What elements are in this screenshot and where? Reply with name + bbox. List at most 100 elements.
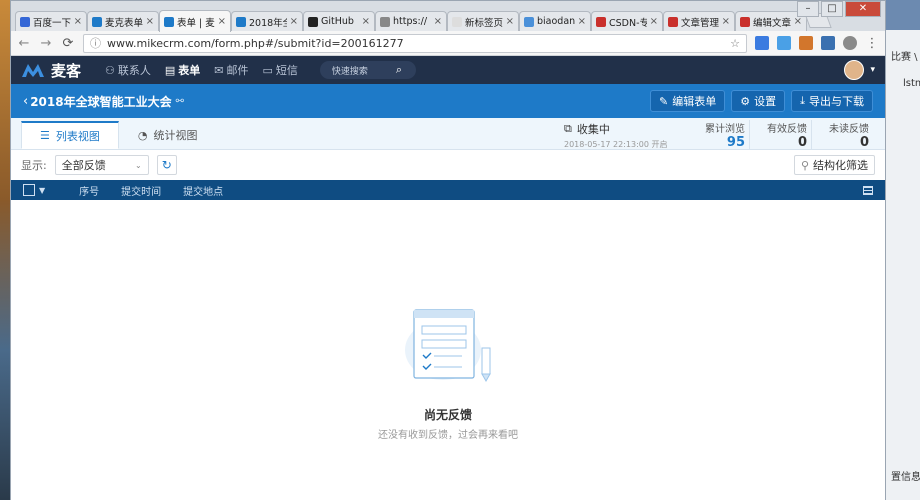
stats-panel: 累计浏览 95 有效反馈 0 未读反馈 0 [687,120,873,150]
page-info-icon[interactable]: ⓘ [90,35,101,51]
browser-tab[interactable]: 文章管理 × [663,11,735,31]
form-title-bar: ‹ 2018年全球智能工业大会 ⚯ ✎ 编辑表单 ⚙ 设置 ⤓ 导出与下载 [11,84,885,118]
nav-item[interactable]: ⚇ 联系人 [105,62,151,78]
column-header[interactable]: 提交时间 [121,183,161,198]
chevron-down-icon[interactable]: ▾ [870,65,875,75]
forward-icon[interactable]: → [39,36,53,51]
close-window-button[interactable]: ✕ [845,1,881,17]
close-tab-icon[interactable]: × [434,16,442,27]
extension-icon[interactable] [799,36,813,50]
extension-icon[interactable] [777,36,791,50]
nav-item[interactable]: ▭ 短信 [263,62,298,78]
edit-form-label: 编辑表单 [672,95,717,108]
translate-extension-icon[interactable] [755,36,769,50]
stat-item: 累计浏览 95 [687,120,749,150]
browser-tab[interactable]: https:// × [375,11,447,31]
favicon-icon [452,16,462,27]
view-tabs-row: ☰ 列表视图 ◔ 统计视图 ⧉ 收集中 2018-05-17 22:13:00 … [11,118,885,150]
close-tab-icon[interactable]: × [362,16,370,27]
close-tab-icon[interactable]: × [794,16,802,27]
collection-status: ⧉ 收集中 2018-05-17 22:13:00 开启 [564,121,668,150]
column-config-icon[interactable] [863,185,873,195]
link-icon[interactable]: ⚯ [176,96,184,107]
pencil-icon: ✎ [659,94,669,108]
empty-clipboard-icon [405,309,491,382]
show-label: 显示: [21,159,47,172]
back-arrow-icon[interactable]: ‹ [23,94,28,109]
list-icon: ☰ [40,129,50,142]
close-tab-icon[interactable]: × [218,16,226,27]
chevron-down-icon[interactable]: ▼ [39,186,45,195]
close-tab-icon[interactable]: × [290,16,298,27]
browser-window: 百度一下×麦克表单×表单 | 麦×2018年全×GitHub×https://×… [10,0,886,500]
close-tab-icon[interactable]: × [650,16,658,27]
nav-item[interactable]: ✉ 邮件 [214,62,248,78]
edit-form-button[interactable]: ✎ 编辑表单 [650,90,726,112]
browser-tab[interactable]: 新标签页 × [447,11,519,31]
close-tab-icon[interactable]: × [722,16,730,27]
browser-tab-label: 百度一下 [33,17,71,29]
close-tab-icon[interactable]: × [578,16,586,27]
funnel-icon: ⚲ [800,158,809,172]
maximize-button[interactable]: □ [821,1,843,17]
browser-tab[interactable]: 2018年全× [231,11,303,31]
minimize-button[interactable]: – [797,1,819,17]
stat-item: 有效反馈 0 [749,120,811,150]
tab-list-view[interactable]: ☰ 列表视图 [21,121,119,149]
browser-tab[interactable]: GitHub × [303,11,375,31]
tab-strip: 百度一下×麦克表单×表单 | 麦×2018年全×GitHub×https://×… [11,1,885,32]
mail-icon: ✉ [214,63,224,77]
browser-tab-label: biaodan [537,16,575,27]
column-header[interactable]: 序号 [79,183,99,198]
browser-tab[interactable]: 麦克表单 × [87,11,159,31]
favicon-icon [668,16,678,27]
logo-icon [22,64,44,77]
close-tab-icon[interactable]: × [74,16,82,27]
settings-button[interactable]: ⚙ 设置 [731,90,786,112]
select-all-checkbox[interactable] [23,184,35,196]
stat-value: 95 [726,135,745,150]
empty-state-subtitle: 还没有收到反馈，过会再来看吧 [378,430,518,441]
url-field[interactable]: ⓘ www.mikecrm.com/form.php#/submit?id=20… [83,33,747,53]
nav-item-label: 邮件 [226,64,249,77]
bookmark-star-icon[interactable]: ☆ [730,37,740,50]
favicon-icon [92,16,102,27]
extension-icon[interactable] [821,36,835,50]
browser-tab[interactable]: 百度一下 × [15,11,87,31]
url-text: www.mikecrm.com/form.php#/submit?id=2001… [107,36,404,50]
status-icon: ⧉ [564,122,572,135]
close-tab-icon[interactable]: × [146,16,154,27]
nav-item[interactable]: ▤ 表单 [165,62,200,78]
browser-tab[interactable]: 表单 | 麦 × [159,10,231,32]
quick-search-placeholder: 快速搜索 [331,66,368,77]
main-nav: ⚇ 联系人 ▤ 表单 ✉ 邮件 ▭ 短信 [105,62,298,78]
tab-stats-view[interactable]: ◔ 统计视图 [119,121,217,149]
refresh-button[interactable]: ↻ [156,155,177,175]
status-time: 2018-05-17 22:13:00 开启 [564,140,668,149]
pie-chart-icon: ◔ [137,128,148,142]
export-button[interactable]: ⤓ 导出与下载 [791,90,873,112]
favicon-icon [236,16,246,27]
nav-item-label: 短信 [275,64,298,77]
stat-label: 累计浏览 [705,124,745,135]
stat-value: 0 [859,135,869,150]
browser-tab[interactable]: biaodan × [519,11,591,31]
extension-icon[interactable] [843,36,857,50]
feedback-filter-select[interactable]: 全部反馈 ⌄ [54,155,149,175]
brand-name: 麦客 [51,61,82,80]
browser-tab-label: 表单 | 麦 [177,17,215,29]
back-icon[interactable]: ← [17,36,31,51]
browser-tab[interactable]: CSDN-专 × [591,11,663,31]
favicon-icon [20,16,30,27]
favicon-icon [380,16,390,27]
search-icon[interactable]: ⌕ [396,63,402,77]
export-label: 导出与下载 [809,95,864,108]
reload-icon[interactable]: ⟳ [61,36,75,51]
avatar[interactable] [844,60,865,80]
brand-logo[interactable]: 麦客 [21,60,81,81]
column-header[interactable]: 提交地点 [183,183,223,198]
favicon-icon [524,16,534,27]
close-tab-icon[interactable]: × [506,16,514,27]
structured-filter-button[interactable]: ⚲ 结构化筛选 [793,155,875,175]
browser-menu-icon[interactable]: ⋮ [865,36,879,51]
